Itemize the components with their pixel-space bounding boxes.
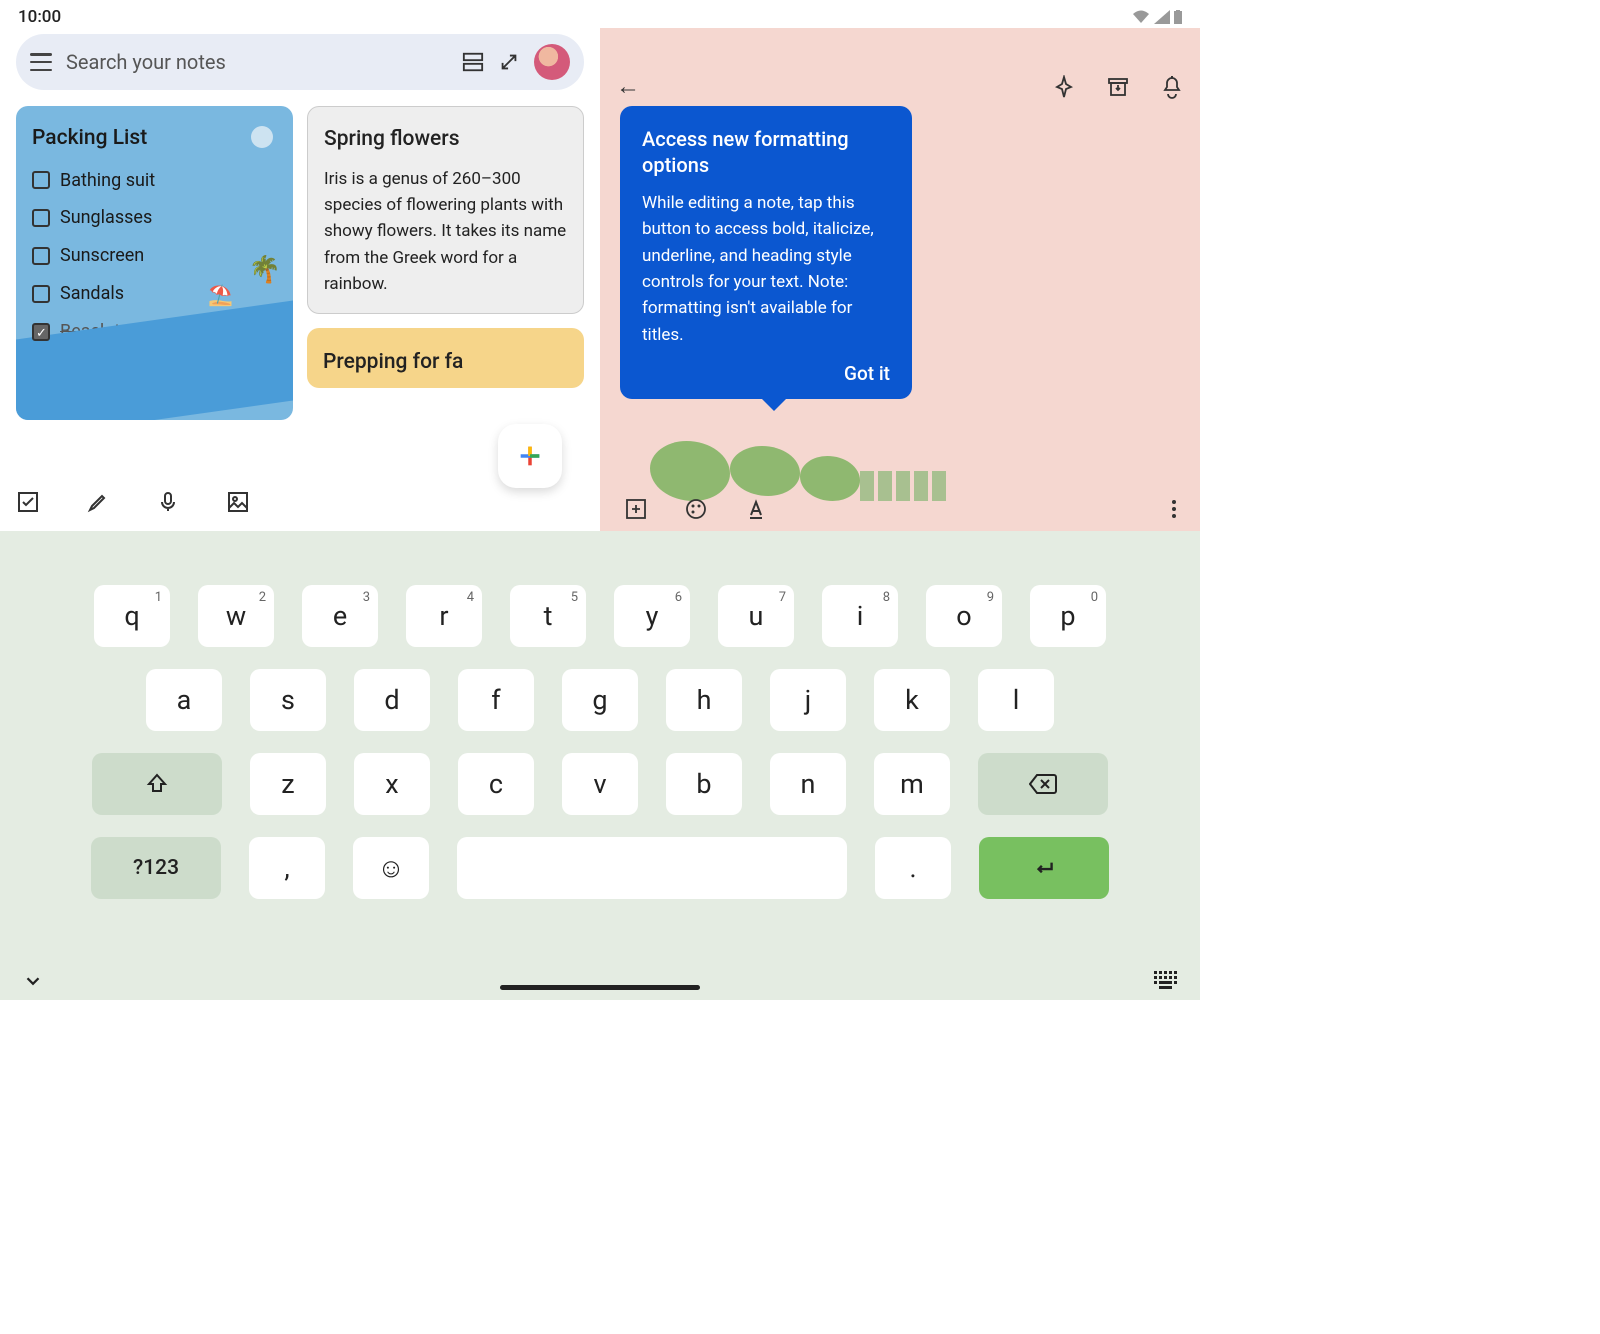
- check-label: Beach towel: [60, 318, 158, 346]
- key-i[interactable]: i8: [822, 585, 898, 647]
- editor-toolbar: [610, 487, 1190, 531]
- home-indicator[interactable]: [500, 985, 700, 990]
- layout-toggle-icon[interactable]: [462, 51, 484, 73]
- note-body: Iris is a genus of 260–300 species of fl…: [324, 166, 567, 298]
- enter-key[interactable]: [979, 837, 1109, 899]
- checkbox-icon[interactable]: [32, 247, 50, 265]
- notes-toolbar: [16, 490, 250, 514]
- key-s[interactable]: s: [250, 669, 326, 731]
- shift-icon: [145, 772, 169, 796]
- key-p[interactable]: p0: [1030, 585, 1106, 647]
- key-f[interactable]: f: [458, 669, 534, 731]
- check-item[interactable]: Bathing suit: [32, 167, 277, 195]
- formatting-tooltip: Access new formatting options While edit…: [620, 106, 912, 399]
- check-item[interactable]: Beach towel: [32, 318, 277, 346]
- note-title: Spring flowers: [324, 123, 567, 156]
- period-key[interactable]: .: [875, 837, 951, 899]
- key-u[interactable]: u7: [718, 585, 794, 647]
- checkbox-icon[interactable]: [32, 323, 50, 341]
- key-h[interactable]: h: [666, 669, 742, 731]
- key-g[interactable]: g: [562, 669, 638, 731]
- key-b[interactable]: b: [666, 753, 742, 815]
- key-v[interactable]: v: [562, 753, 638, 815]
- tooltip-confirm[interactable]: Got it: [642, 362, 890, 385]
- collaborator-avatar: 👤: [68, 356, 98, 386]
- space-key[interactable]: [457, 837, 847, 899]
- key-z[interactable]: z: [250, 753, 326, 815]
- key-q[interactable]: q1: [94, 585, 170, 647]
- back-icon[interactable]: ←: [616, 72, 640, 101]
- status-bar: 10:00: [0, 0, 1200, 28]
- text-format-icon[interactable]: [744, 497, 768, 521]
- enter-icon: [1031, 855, 1057, 881]
- note-title: Packing List: [32, 122, 277, 155]
- reminder-icon[interactable]: [1160, 75, 1184, 99]
- note-card-prepping[interactable]: Prepping for fa: [307, 328, 584, 388]
- key-d[interactable]: d: [354, 669, 430, 731]
- key-n[interactable]: n: [770, 753, 846, 815]
- collaborators: 👤: [32, 356, 277, 386]
- backspace-icon: [1029, 773, 1057, 795]
- key-r[interactable]: r4: [406, 585, 482, 647]
- key-k[interactable]: k: [874, 669, 950, 731]
- key-c[interactable]: c: [458, 753, 534, 815]
- checkbox-icon[interactable]: [32, 171, 50, 189]
- search-placeholder: Search your notes: [66, 50, 448, 74]
- check-label: Sunscreen: [60, 242, 144, 270]
- symbols-key[interactable]: ?123: [91, 837, 221, 899]
- wifi-icon: [1132, 10, 1150, 24]
- new-note-fab[interactable]: [498, 424, 562, 488]
- status-time: 10:00: [18, 7, 61, 27]
- key-m[interactable]: m: [874, 753, 950, 815]
- checkbox-icon[interactable]: [16, 490, 40, 514]
- emoji-key[interactable]: ☺: [353, 837, 429, 899]
- checkbox-icon[interactable]: [32, 285, 50, 303]
- more-icon[interactable]: [1172, 500, 1176, 518]
- plus-icon: [516, 442, 544, 470]
- key-w[interactable]: w2: [198, 585, 274, 647]
- battery-icon: [1174, 10, 1182, 24]
- check-item[interactable]: Sunscreen: [32, 242, 277, 270]
- expand-icon[interactable]: [498, 51, 520, 73]
- search-bar[interactable]: Search your notes: [16, 34, 584, 90]
- key-e[interactable]: e3: [302, 585, 378, 647]
- chevron-down-icon[interactable]: [22, 970, 44, 992]
- check-label: Sunglasses: [60, 204, 152, 232]
- note-card-spring[interactable]: Spring flowers Iris is a genus of 260–30…: [307, 106, 584, 314]
- shift-key[interactable]: [92, 753, 222, 815]
- signal-icon: [1154, 10, 1170, 24]
- key-l[interactable]: l: [978, 669, 1054, 731]
- pin-icon[interactable]: [1052, 75, 1076, 99]
- key-t[interactable]: t5: [510, 585, 586, 647]
- key-a[interactable]: a: [146, 669, 222, 731]
- avatar[interactable]: [534, 44, 570, 80]
- check-item[interactable]: Sandals: [32, 280, 277, 308]
- mic-icon[interactable]: [156, 490, 180, 514]
- check-label: Bathing suit: [60, 167, 155, 195]
- brush-icon[interactable]: [86, 490, 110, 514]
- image-icon[interactable]: [226, 490, 250, 514]
- tooltip-title: Access new formatting options: [642, 126, 890, 178]
- comma-key[interactable]: ,: [249, 837, 325, 899]
- key-j[interactable]: j: [770, 669, 846, 731]
- tooltip-body: While editing a note, tap this button to…: [642, 190, 890, 348]
- palette-icon[interactable]: [684, 497, 708, 521]
- add-box-icon[interactable]: [624, 497, 648, 521]
- archive-icon[interactable]: [1106, 75, 1130, 99]
- keyboard-grid-icon[interactable]: [1154, 971, 1178, 991]
- key-x[interactable]: x: [354, 753, 430, 815]
- checkbox-icon[interactable]: [32, 209, 50, 227]
- check-item[interactable]: Sunglasses: [32, 204, 277, 232]
- menu-icon[interactable]: [30, 53, 52, 71]
- note-card-packing[interactable]: 🌴 ⛱️ Packing List Bathing suitSunglasses…: [16, 106, 293, 420]
- keyboard: q1 w2 e3 r4 t5 y6 u7 i8 o9 p0 asdfghjkl zxcvbnm ?…: [0, 531, 1200, 1000]
- key-y[interactable]: y6: [614, 585, 690, 647]
- check-label: Sandals: [60, 280, 124, 308]
- collaborator-avatar: [32, 356, 62, 386]
- note-title: Prepping for fa: [323, 346, 568, 379]
- backspace-key[interactable]: [978, 753, 1108, 815]
- key-o[interactable]: o9: [926, 585, 1002, 647]
- status-icons: [1132, 10, 1182, 24]
